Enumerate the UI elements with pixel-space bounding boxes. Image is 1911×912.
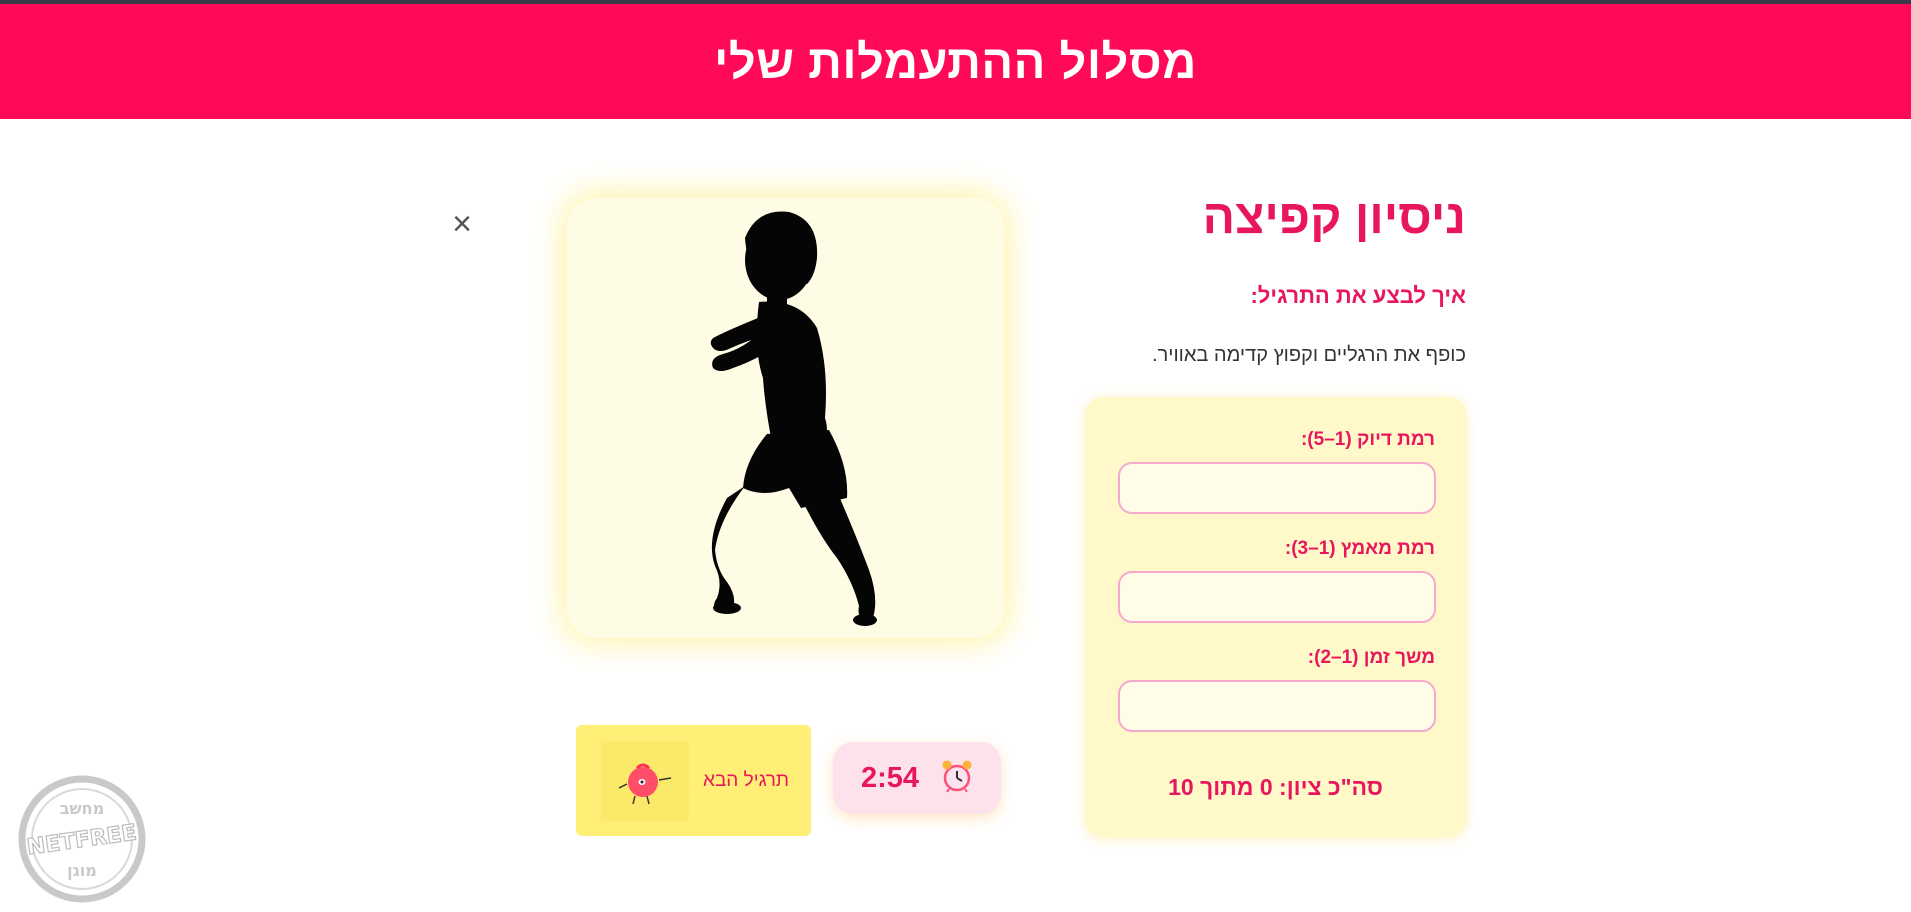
accuracy-label: רמת דיוק (1–5): — [1300, 429, 1435, 450]
badge-bottom-text: מוגן — [67, 861, 97, 880]
effort-input[interactable] — [1118, 571, 1436, 623]
exercise-image-card — [567, 198, 1004, 638]
close-icon[interactable]: × — [452, 205, 472, 244]
close-button[interactable]: × — [444, 205, 480, 244]
instructions-text: כופף את הרגליים וקפוץ קדימה באוויר. — [1152, 344, 1466, 366]
badge-middle-text: NETFREE — [25, 820, 138, 860]
alarm-clock-icon — [941, 759, 973, 798]
duration-label: משך זמן (1–2): — [1307, 647, 1435, 668]
accuracy-input[interactable] — [1118, 462, 1436, 514]
netfree-badge: מחשב NETFREE מוגן — [10, 772, 155, 912]
timer-value: 2:54 — [860, 761, 920, 794]
duration-input[interactable] — [1118, 680, 1436, 732]
exercise-timer: 2:54 — [833, 742, 1001, 814]
app-header: מסלול ההתעמלות שלי — [0, 4, 1911, 119]
next-exercise-button[interactable]: תרגיל הבא — [576, 725, 811, 836]
effort-label: רמת מאמץ (1–3): — [1284, 538, 1435, 559]
scoring-form: רמת דיוק (1–5): רמת מאמץ (1–3): משך זמן … — [1085, 397, 1466, 837]
mascot-icon — [601, 740, 690, 821]
exercise-title: ניסיון קפיצה — [1202, 191, 1466, 244]
instructions-heading: איך לבצע את התרגיל: — [1250, 283, 1466, 308]
total-score: סה"כ ציון: 0 מתוך 10 — [1168, 774, 1383, 800]
jumping-child-silhouette — [710, 211, 877, 626]
badge-top-text: מחשב — [60, 799, 104, 818]
app-title: מסלול ההתעמלות שלי — [714, 35, 1197, 88]
next-exercise-label[interactable]: תרגיל הבא — [703, 770, 789, 792]
